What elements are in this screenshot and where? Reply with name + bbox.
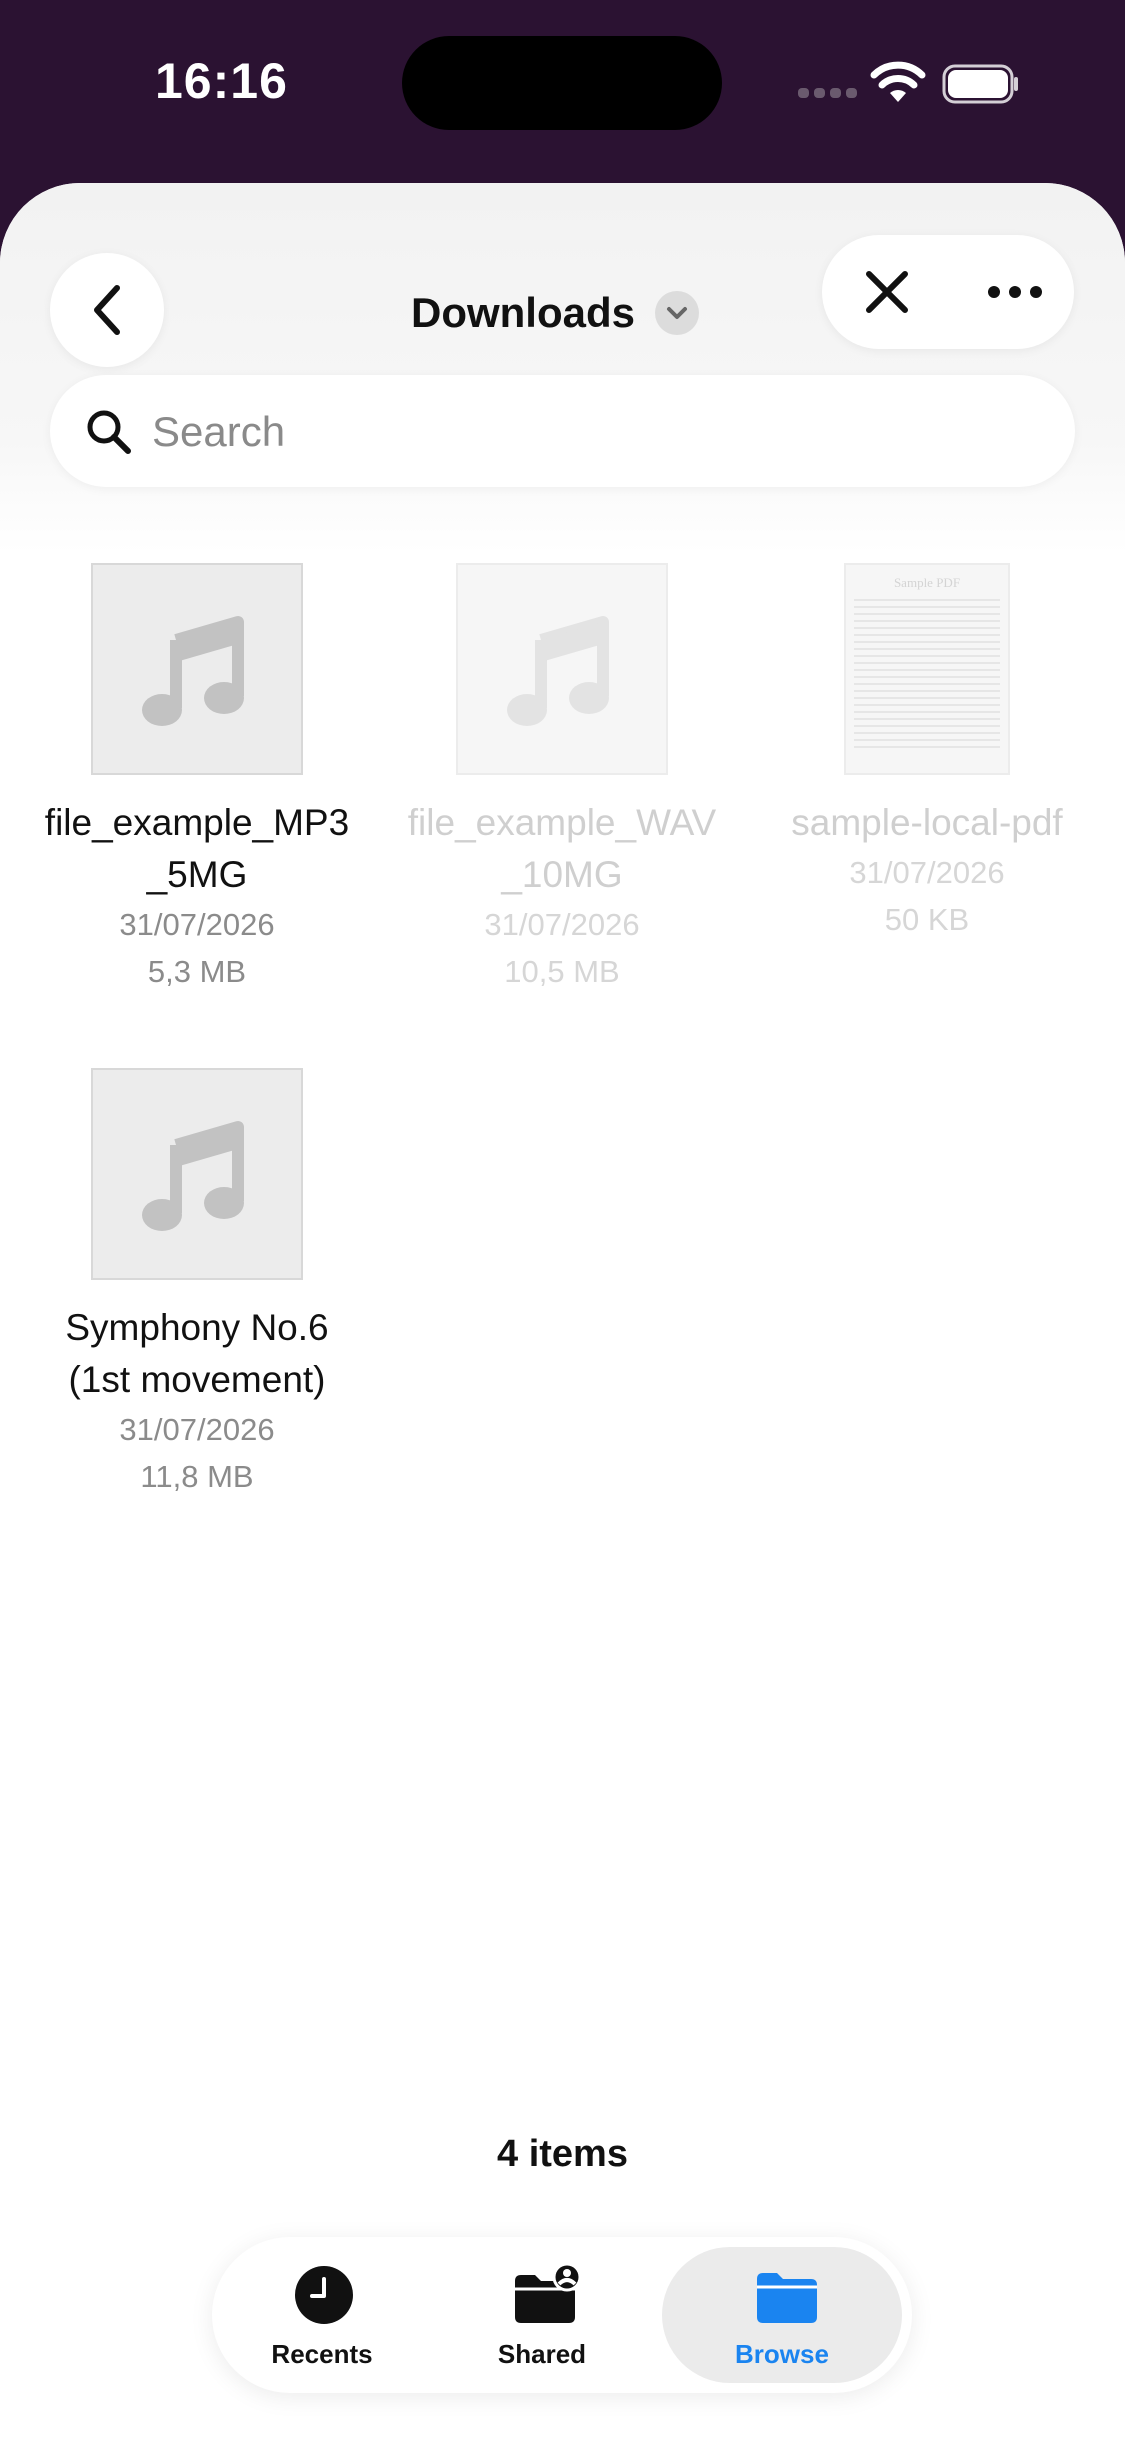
pdf-thumbnail: Sample PDF xyxy=(844,563,1010,775)
file-name: file_example_MP3 _5MG xyxy=(44,802,350,895)
music-note-icon xyxy=(142,616,244,726)
page-title: Downloads xyxy=(410,289,635,336)
search-input[interactable] xyxy=(150,401,1034,463)
file-item[interactable]: file_example_MP3 _5MG 31/07/2026 5,3 MB xyxy=(22,563,372,995)
header-actions xyxy=(822,235,1074,349)
tab-browse[interactable]: Browse xyxy=(672,2237,892,2393)
file-item[interactable]: file_example_WAV _10MG 31/07/2026 10,5 MB xyxy=(387,563,737,995)
file-name: file_example_WAV _10MG xyxy=(407,802,717,895)
clock-icon xyxy=(295,2266,353,2324)
tab-shared[interactable]: Shared xyxy=(432,2237,652,2393)
more-button[interactable] xyxy=(972,249,1058,335)
file-thumbnail xyxy=(91,1068,303,1280)
ellipsis-icon xyxy=(988,286,1042,298)
file-size: 50 KB xyxy=(884,902,970,937)
tab-recents[interactable]: Recents xyxy=(212,2237,432,2393)
close-icon xyxy=(866,271,908,313)
music-note-icon xyxy=(507,616,609,726)
close-button[interactable] xyxy=(844,249,930,335)
items-count: 4 items xyxy=(497,2133,628,2175)
file-name: sample-local-pdf xyxy=(791,802,1063,843)
chevron-left-icon xyxy=(94,285,120,335)
tab-bar: Recents Shared Browse xyxy=(212,2237,912,2393)
cellular-signal-icon xyxy=(798,88,858,98)
file-thumbnail xyxy=(91,563,303,775)
file-date: 31/07/2026 xyxy=(849,855,1005,890)
status-bar: 16:16 xyxy=(0,0,1125,185)
file-item[interactable]: Symphony No.6 (1st movement) 31/07/2026 1… xyxy=(22,1068,372,1500)
file-date: 31/07/2026 xyxy=(119,1412,275,1447)
tab-label: Recents xyxy=(271,2339,373,2369)
file-date: 31/07/2026 xyxy=(119,907,275,942)
tab-label: Browse xyxy=(735,2339,829,2369)
file-size: 11,8 MB xyxy=(140,1459,254,1494)
files-sheet: Downloads Search file_example_MP3 _5MG 3… xyxy=(0,183,1125,2444)
dynamic-island xyxy=(402,36,722,130)
tab-label: Shared xyxy=(497,2339,587,2369)
file-thumbnail xyxy=(456,563,668,775)
file-date: 31/07/2026 xyxy=(484,907,640,942)
search-icon xyxy=(87,410,131,454)
shared-folder-icon xyxy=(515,2265,580,2323)
file-item[interactable]: Sample PDF sample-local-pdf 31/07/2026 5… xyxy=(752,563,1102,943)
music-note-icon xyxy=(142,1121,244,1231)
pdf-thumb-title: Sample PDF xyxy=(893,575,961,590)
search-bar[interactable] xyxy=(50,375,1075,487)
file-size: 5,3 MB xyxy=(147,954,247,989)
battery-icon xyxy=(942,64,1018,104)
wifi-icon xyxy=(870,61,926,102)
folder-icon xyxy=(757,2273,817,2323)
file-name: Symphony No.6 (1st movement) xyxy=(65,1307,329,1400)
pdf-text-lines xyxy=(854,599,1000,749)
status-time: 16:16 xyxy=(155,53,288,109)
title-menu-button[interactable]: Downloads xyxy=(380,263,730,363)
back-button[interactable] xyxy=(50,253,164,367)
file-size: 10,5 MB xyxy=(504,954,620,989)
chevron-down-icon xyxy=(655,291,699,335)
